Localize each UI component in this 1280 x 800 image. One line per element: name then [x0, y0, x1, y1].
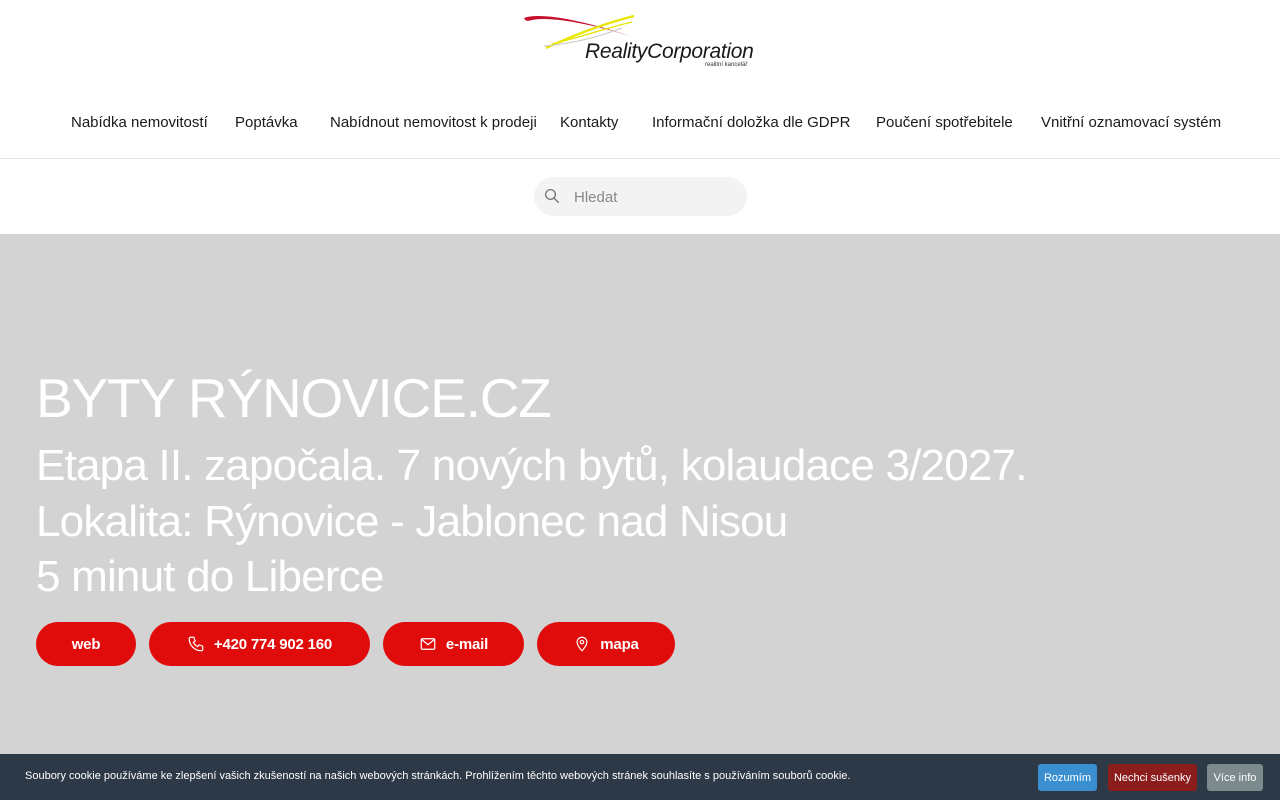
cookie-message: Soubory cookie používáme ke zlepšení vaš… — [25, 770, 851, 782]
hero-line-liberec: 5 minut do Liberce — [36, 552, 384, 601]
cookie-banner: Soubory cookie používáme ke zlepšení vaš… — [0, 754, 1280, 800]
nav-item-oznamovaci-system[interactable]: Vnitřní oznamovací systém — [1041, 114, 1221, 131]
nav-item-gdpr[interactable]: Informační doložka dle GDPR — [652, 114, 850, 131]
hero-title: BYTY RÝNOVICE.CZ — [36, 367, 552, 429]
nav-item-poptavka[interactable]: Poptávka — [235, 114, 298, 131]
map-button-label: mapa — [600, 635, 639, 653]
nav-item-nabidka-nemovitosti[interactable]: Nabídka nemovitostí — [71, 114, 208, 131]
logo[interactable]: RealityCorporation realitní kancelář — [522, 14, 762, 74]
logo-name: RealityCorporation — [585, 40, 754, 63]
search-input[interactable] — [572, 177, 741, 218]
search-bar-row — [0, 159, 1280, 234]
main-nav: Nabídka nemovitostí Poptávka Nabídnout n… — [0, 114, 1280, 132]
hero-line-etapa: Etapa II. započala. 7 nových bytů, kolau… — [36, 441, 1027, 490]
nav-item-nabidnout-nemovitost[interactable]: Nabídnout nemovitost k prodeji — [330, 114, 537, 131]
hero-line-lokalita: Lokalita: Rýnovice - Jablonec nad Nisou — [36, 497, 788, 546]
map-button[interactable]: mapa — [537, 622, 675, 666]
logo-tagline: realitní kancelář — [705, 62, 748, 68]
nav-item-pouceni-spotrebitele[interactable]: Poučení spotřebitele — [876, 114, 1013, 131]
map-pin-icon — [576, 636, 588, 652]
cookie-decline-button[interactable]: Nechci sušenky — [1108, 764, 1197, 791]
hero-banner: BYTY RÝNOVICE.CZ Etapa II. započala. 7 n… — [0, 234, 1280, 800]
phone-button[interactable]: +420 774 902 160 — [149, 622, 370, 666]
phone-icon — [188, 636, 204, 652]
phone-button-label: +420 774 902 160 — [213, 635, 333, 653]
site-header: RealityCorporation realitní kancelář Nab… — [0, 0, 1280, 159]
mail-icon — [420, 638, 436, 650]
nav-item-kontakty[interactable]: Kontakty — [560, 114, 618, 131]
cookie-info-button[interactable]: Více info — [1207, 764, 1263, 791]
email-button[interactable]: e-mail — [383, 622, 524, 666]
email-button-label: e-mail — [445, 635, 489, 653]
search-icon[interactable] — [543, 187, 561, 205]
search-box[interactable] — [534, 177, 747, 218]
web-button-label: web — [71, 635, 101, 653]
cookie-accept-button[interactable]: Rozumím — [1038, 764, 1097, 791]
web-button[interactable]: web — [36, 622, 136, 666]
